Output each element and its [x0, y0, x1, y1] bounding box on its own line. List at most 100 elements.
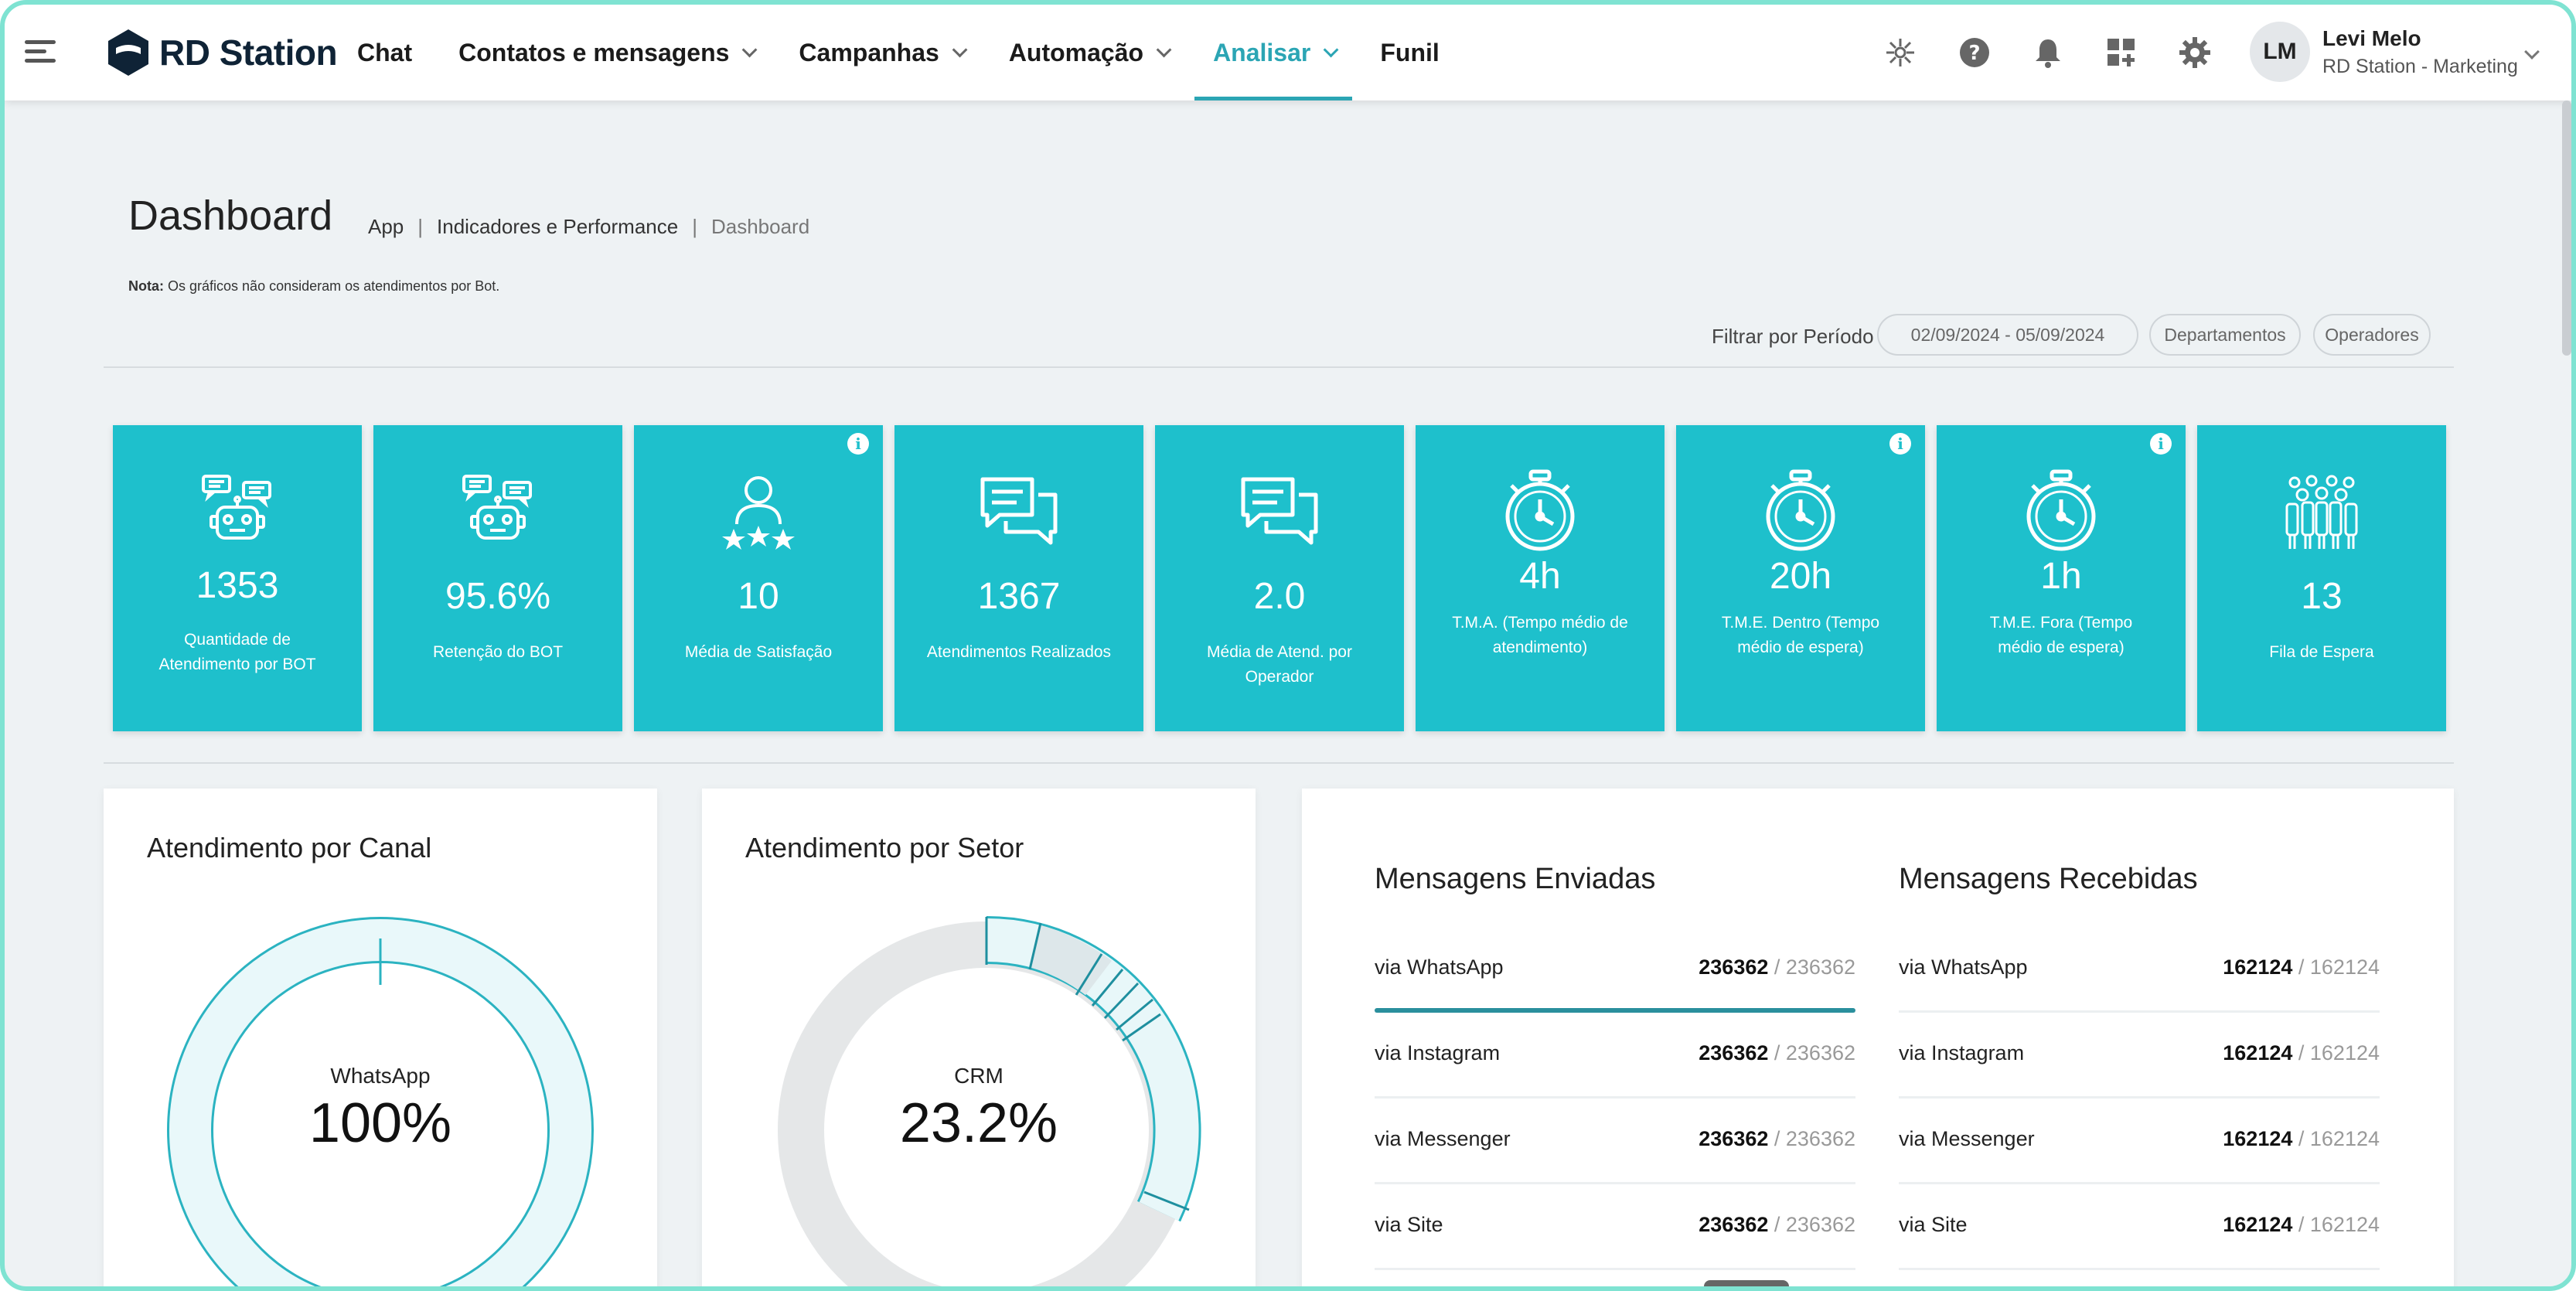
user-name[interactable]: Levi Melo — [2322, 26, 2421, 51]
channel-label: via WhatsApp — [1899, 955, 2028, 979]
chevron-down-icon — [742, 42, 758, 58]
progress-bar — [1375, 1008, 1855, 1013]
message-value: 162124 — [2223, 955, 2293, 979]
mensagens-recebidas-title: Mensagens Recebidas — [1899, 863, 2198, 895]
message-value: 236362 — [1699, 1041, 1769, 1064]
message-row: via Messenger 162124 / 162124 — [1899, 1099, 2380, 1184]
kpi-value: 13 — [2301, 576, 2343, 617]
setor-panel: Atendimento por Setor CRM 23.2% — [702, 789, 1256, 1286]
kpi-card[interactable]: 20h T.M.E. Dentro (Tempo médio de espera)… — [1676, 425, 1925, 731]
nav-item-contatos[interactable]: Contatos e mensagens — [458, 5, 758, 100]
notifications-icon[interactable] — [2031, 36, 2065, 70]
breadcrumb-indicadores[interactable]: Indicadores e Performance — [437, 215, 678, 239]
nav-item-label: Funil — [1380, 38, 1440, 66]
stopwatch-icon — [1676, 468, 1925, 554]
operators-filter[interactable]: Operadores — [2313, 314, 2431, 356]
message-total: / 162124 — [2298, 1213, 2380, 1236]
kpi-card[interactable]: 1h T.M.E. Fora (Tempo médio de espera) i — [1937, 425, 2186, 731]
canal-center-value: 100% — [308, 1092, 452, 1154]
kpi-label: Média de Atend. por Operador — [1207, 643, 1352, 686]
message-value: 162124 — [2223, 1041, 2293, 1064]
canal-panel: Atendimento por Canal WhatsApp 100% — [104, 789, 657, 1286]
message-value: 162124 — [2223, 1213, 2293, 1236]
kpi-card[interactable]: 1353 Quantidade de Atendimento por BOT — [113, 425, 362, 731]
info-icon[interactable]: i — [847, 433, 869, 455]
kpi-card[interactable]: 95.6% Retenção do BOT — [373, 425, 622, 731]
message-count: 236362 / 236362 — [1699, 955, 1855, 979]
rd-station-logo[interactable]: RD Station — [107, 26, 338, 79]
info-icon[interactable]: i — [2150, 433, 2172, 455]
kpi-value: 1h — [2040, 556, 2082, 597]
nav-item-campanhas[interactable]: Campanhas — [799, 5, 968, 100]
note-body: Os gráficos não consideram os atendiment… — [168, 278, 500, 294]
chat-bubbles-icon — [1155, 472, 1404, 557]
nav-item-funil[interactable]: Funil — [1380, 5, 1439, 100]
svg-text:?: ? — [1968, 42, 1980, 65]
kpi-value: 4h — [1519, 556, 1561, 597]
channel-label: via Site — [1375, 1213, 1443, 1236]
breadcrumb-app[interactable]: App — [368, 215, 404, 239]
message-total: / 162124 — [2298, 955, 2380, 979]
user-avatar[interactable]: LM — [2250, 22, 2310, 82]
queue-people-icon — [2197, 472, 2446, 557]
panel-scroll-handle[interactable] — [1704, 1280, 1789, 1286]
user-stars-icon — [634, 472, 883, 557]
kpi-card[interactable]: 10 Média de Satisfação i — [634, 425, 883, 731]
message-row: via Site 162124 / 162124 — [1899, 1185, 2380, 1270]
kpi-label: T.M.E. Dentro (Tempo médio de espera) — [1721, 614, 1880, 656]
chevron-down-icon[interactable] — [2524, 44, 2540, 60]
filter-period-label: Filtrar por Período — [1712, 325, 1874, 348]
breadcrumb: App | Indicadores e Performance | Dashbo… — [368, 215, 809, 239]
channel-label: via WhatsApp — [1375, 955, 1504, 979]
menu-icon[interactable] — [25, 40, 56, 63]
user-org: RD Station - Marketing — [2322, 56, 2518, 77]
breadcrumb-separator: | — [692, 215, 697, 238]
channel-label: via Instagram — [1899, 1041, 2025, 1064]
app-window: RD Station Chat Contatos e mensagens Campa… — [0, 0, 2576, 1291]
kpi-card[interactable]: 1367 Atendimentos Realizados — [894, 425, 1143, 731]
message-total: / 236362 — [1774, 1127, 1855, 1150]
kpi-value: 95.6% — [445, 576, 551, 617]
message-value: 236362 — [1699, 1213, 1769, 1236]
setor-title: Atendimento por Setor — [745, 832, 1024, 864]
bot-chat-icon — [373, 472, 622, 557]
message-row: via WhatsApp 162124 / 162124 — [1899, 928, 2380, 1013]
help-icon[interactable]: ? — [1958, 36, 1992, 70]
note-text: Nota: Os gráficos não consideram os aten… — [128, 278, 499, 295]
message-total: / 162124 — [2298, 1127, 2380, 1150]
channel-label: via Instagram — [1375, 1041, 1501, 1064]
kpi-card[interactable]: 13 Fila de Espera — [2197, 425, 2446, 731]
departments-filter[interactable]: Departamentos — [2149, 314, 2301, 356]
kpi-label: T.M.E. Fora (Tempo médio de espera) — [1989, 614, 2133, 656]
page-scrollbar[interactable] — [2562, 100, 2571, 356]
nav-item-chat[interactable]: Chat — [357, 5, 412, 100]
apps-add-icon[interactable] — [2104, 36, 2138, 70]
integrations-icon[interactable] — [1883, 36, 1917, 70]
header-divider — [104, 366, 2454, 368]
message-count: 236362 / 236362 — [1699, 1127, 1855, 1151]
nav-item-automação[interactable]: Automação — [1009, 5, 1172, 100]
breadcrumb-current: Dashboard — [710, 215, 810, 238]
settings-icon[interactable] — [2178, 36, 2212, 70]
chevron-down-icon — [1156, 42, 1172, 58]
message-value: 236362 — [1699, 1127, 1769, 1150]
mensagens-enviadas-title: Mensagens Enviadas — [1375, 863, 1656, 895]
kpi-card[interactable]: 4h T.M.A. (Tempo médio de atendimento) — [1416, 425, 1665, 731]
kpi-value: 10 — [738, 576, 779, 617]
message-count: 162124 / 162124 — [2223, 1213, 2380, 1237]
logo-icon — [108, 29, 148, 76]
kpi-card[interactable]: 2.0 Média de Atend. por Operador — [1155, 425, 1404, 731]
kpi-label: T.M.A. (Tempo médio de atendimento) — [1452, 614, 1628, 656]
chat-bubbles-icon — [894, 472, 1143, 557]
nav-item-analisar[interactable]: Analisar — [1194, 5, 1353, 100]
message-total: / 162124 — [2298, 1041, 2380, 1064]
kpi-value: 20h — [1769, 556, 1832, 597]
canal-center: WhatsApp 100% — [104, 1064, 657, 1155]
kpi-label: Fila de Espera — [2269, 643, 2374, 661]
stopwatch-icon — [1937, 468, 2186, 554]
setor-center: CRM 23.2% — [702, 1064, 1256, 1155]
info-icon[interactable]: i — [1889, 433, 1911, 455]
canal-title: Atendimento por Canal — [147, 832, 432, 864]
date-range-filter[interactable]: 02/09/2024 - 05/09/2024 — [1877, 314, 2138, 356]
canal-center-label: WhatsApp — [330, 1064, 431, 1088]
